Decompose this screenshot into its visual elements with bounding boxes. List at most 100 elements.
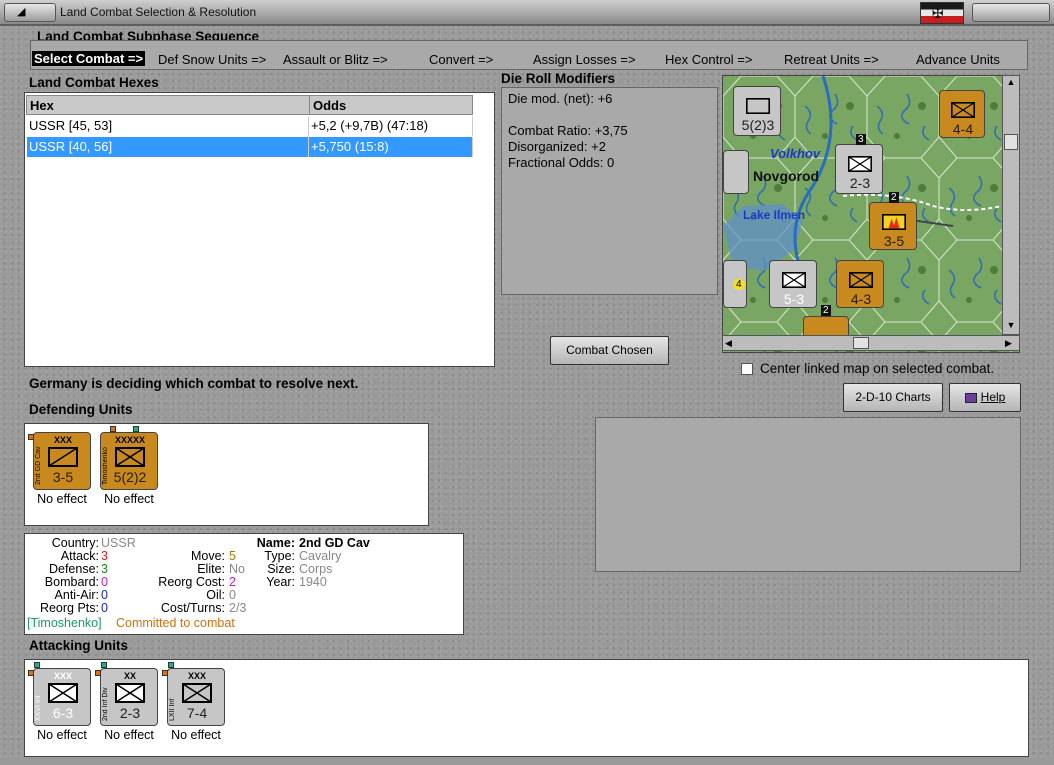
oil-value: 0: [229, 588, 236, 602]
window-title: Land Combat Selection & Resolution: [60, 5, 257, 19]
scroll-left-icon[interactable]: ◀: [725, 336, 737, 350]
attack-value: 3: [101, 549, 108, 563]
charts-button[interactable]: 2-D-10 Charts: [843, 383, 943, 412]
year-value: 1940: [299, 575, 327, 589]
size-value: Corps: [299, 562, 333, 576]
unit-info-panel: Country: USSR Attack: 3 Defense: 3 Bomba…: [24, 533, 464, 635]
unit-value: 6-3: [52, 705, 74, 721]
unit-effect: No effect: [171, 728, 221, 742]
map-unit-counter-selected[interactable]: 3-5: [869, 202, 917, 250]
step-assault-or-blitz: Assault or Blitz =>: [283, 52, 388, 67]
step-convert: Convert =>: [429, 52, 494, 67]
help-book-icon: [964, 392, 977, 403]
defense-label: Defense:: [48, 562, 99, 576]
map-horizontal-scrollbar[interactable]: ◀ ▶: [722, 335, 1020, 351]
combat-chosen-button[interactable]: Combat Chosen: [550, 336, 669, 365]
status-dot: [101, 662, 107, 668]
modifier-line: Die mod. (net): +6: [508, 91, 613, 106]
infantry-symbol-icon: [182, 683, 212, 703]
german-flag-icon: ✠: [920, 2, 964, 24]
map-unit-counter[interactable]: 5-3: [769, 260, 817, 308]
attack-label: Attack:: [60, 549, 99, 563]
antiair-label: Anti-Air:: [54, 588, 99, 602]
bottom-frame: [0, 757, 1054, 765]
center-map-checkbox[interactable]: [741, 363, 753, 375]
modifier-line: Combat Ratio: +3,75: [508, 123, 628, 138]
unit-value: 5(2)2: [113, 469, 147, 485]
unit-value: 2-3: [119, 705, 141, 721]
attacking-unit-counter[interactable]: XX 2nd Inf Div 2-3: [100, 668, 158, 726]
map-label-volkhov: Volkhov: [770, 146, 821, 161]
status-dot: [28, 434, 34, 440]
map-label-lake-ilmen: Lake Ilmen: [743, 208, 806, 222]
center-map-label: Center linked map on selected combat.: [760, 361, 995, 376]
infantry-symbol-icon: [48, 683, 78, 703]
attacking-unit-counter[interactable]: XXX XXVI Inf 6-3: [33, 668, 91, 726]
hex-cell: USSR [40, 56]: [27, 137, 309, 157]
scroll-up-icon[interactable]: ▲: [1004, 77, 1018, 89]
name-label: Name:: [256, 536, 295, 550]
stack-count-badge: 2: [889, 192, 899, 203]
unit-effect: No effect: [104, 492, 154, 506]
stack-count-badge: 3: [856, 134, 866, 145]
hexes-title: Land Combat Hexes: [29, 75, 159, 90]
window-menu-button[interactable]: ◢: [4, 3, 56, 22]
window-controls[interactable]: [972, 3, 1050, 22]
combat-hexes-table: Hex Odds USSR [45, 53] +5,2 (+9,7B) (47:…: [24, 92, 495, 367]
infantry-symbol-icon: [746, 98, 770, 114]
map-vertical-scrollbar[interactable]: ▲ ▼: [1002, 75, 1020, 335]
map-unit-counter[interactable]: 4-3: [836, 260, 884, 308]
explosion-icon: [882, 214, 906, 230]
antiair-value: 0: [101, 588, 108, 602]
reorg-pts-value: 0: [101, 601, 108, 615]
defending-unit-counter[interactable]: XXX 2nd GD Cav 3-5: [33, 432, 91, 490]
table-row-selected[interactable]: USSR [40, 56] +5,750 (15:8): [27, 137, 473, 157]
help-button[interactable]: Help: [949, 383, 1021, 412]
map-unit-counter[interactable]: 4-4: [939, 90, 985, 138]
unit-effect: No effect: [37, 492, 87, 506]
reorg-cost-label: Reorg Cost:: [158, 575, 225, 589]
country-label: Country:: [51, 536, 99, 550]
committed-status: Committed to combat: [116, 616, 235, 630]
status-text: Germany is deciding which combat to reso…: [29, 376, 359, 391]
type-label: Type:: [264, 549, 295, 563]
vertical-scroll-thumb[interactable]: [1004, 134, 1018, 150]
infantry-symbol-icon: [782, 272, 806, 288]
step-advance-units: Advance Units: [916, 52, 1000, 67]
column-header-hex[interactable]: Hex: [26, 95, 310, 115]
map-unit-counter[interactable]: [723, 150, 749, 194]
infantry-symbol-icon: [849, 272, 873, 288]
stack-count-badge: 4: [733, 279, 745, 290]
step-hex-control: Hex Control =>: [665, 52, 753, 67]
scroll-down-icon[interactable]: ▼: [1004, 320, 1018, 332]
attacking-unit-counter[interactable]: XXX LXII Inf 7-4: [167, 668, 225, 726]
year-label: Year:: [266, 575, 295, 589]
unit-value: 3-5: [52, 469, 74, 485]
linked-map[interactable]: Volkhov Novgorod Lake Ilmen 5(2)3 4-4 2-…: [722, 75, 1020, 353]
table-row[interactable]: USSR [45, 53] +5,2 (+9,7B) (47:18): [27, 116, 473, 136]
name-value: 2nd GD Cav: [299, 536, 370, 550]
move-label: Move:: [190, 549, 225, 563]
map-unit-counter[interactable]: 5(2)3: [733, 86, 781, 136]
modifiers-title: Die Roll Modifiers: [501, 71, 616, 86]
defense-value: 3: [101, 562, 108, 576]
column-header-odds[interactable]: Odds: [309, 95, 473, 115]
status-dot: [168, 662, 174, 668]
attacking-units-panel: XXX XXVI Inf 6-3 XX 2nd Inf Div 2-3 XXX …: [24, 659, 1029, 757]
odds-cell: +5,2 (+9,7B) (47:18): [309, 116, 473, 136]
status-dot: [34, 662, 40, 668]
size-label: Size:: [267, 562, 295, 576]
bombard-value: 0: [101, 575, 108, 589]
defending-units-panel: XXX 2nd GD Cav 3-5 XXXXX Timoshenko 5(2)…: [24, 423, 429, 526]
horizontal-scroll-thumb[interactable]: [853, 337, 869, 349]
step-def-snow-units: Def Snow Units =>: [158, 52, 267, 67]
map-unit-value: 5(2)3: [741, 117, 775, 133]
unit-size: XXX: [53, 435, 72, 445]
leader-name: [Timoshenko]: [27, 616, 102, 630]
scroll-right-icon[interactable]: ▶: [1005, 336, 1017, 350]
defending-unit-counter[interactable]: XXXXX Timoshenko 5(2)2: [100, 432, 158, 490]
help-label: Help: [980, 390, 1006, 404]
unit-size: XXXXX: [114, 435, 145, 445]
map-unit-counter[interactable]: 2-3: [835, 144, 883, 194]
sequence-bar: Select Combat => Def Snow Units => Assau…: [30, 40, 1028, 70]
